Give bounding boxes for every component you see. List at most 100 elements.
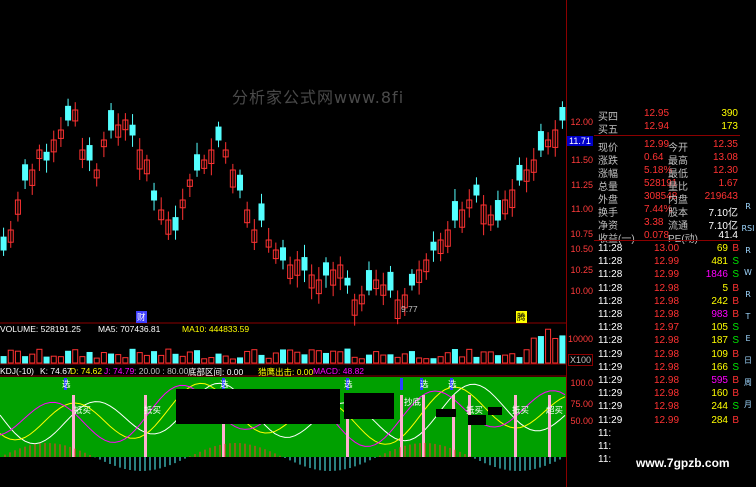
candle <box>408 269 415 291</box>
volume-bar <box>358 358 365 364</box>
candle <box>258 193 265 228</box>
volume-bar <box>502 354 509 364</box>
candle <box>50 130 57 163</box>
toolbar-button[interactable]: 周 <box>741 376 755 389</box>
current-price-tag: 11.71 <box>567 136 593 146</box>
quote-stat-row: 换手 7.44% 股本 7.10亿 <box>594 204 740 219</box>
toolbar-button[interactable]: W <box>741 266 755 279</box>
volume-bar <box>516 357 523 364</box>
tick-volume: 983 <box>711 309 728 320</box>
volume-bar <box>301 354 308 364</box>
tick-time: 11: <box>598 427 612 439</box>
volume-bar <box>373 351 380 364</box>
signal-xuan-3: 选 <box>344 379 353 389</box>
candle <box>437 232 444 262</box>
toolbar-button[interactable]: R <box>741 288 755 301</box>
volume-bar <box>158 354 165 364</box>
candle <box>36 144 43 171</box>
tick-side: B <box>732 375 739 386</box>
tick-side: S <box>732 322 739 334</box>
candle <box>129 114 136 147</box>
tick-time: 11:28 <box>598 295 623 307</box>
tick-row: 11: <box>594 441 740 454</box>
price-tick: 10.00 <box>570 286 593 296</box>
volume-bar <box>186 351 193 364</box>
candle <box>57 117 64 147</box>
volume-bar <box>337 351 344 364</box>
price-tick: 11.00 <box>571 204 593 214</box>
volume-bar <box>72 349 79 364</box>
toolbar-button[interactable]: 月 <box>741 398 755 411</box>
candle <box>265 227 272 253</box>
volume-bar <box>165 348 172 364</box>
tick-volume: 109 <box>711 348 728 360</box>
toolbar-button[interactable]: R <box>741 200 755 213</box>
toolbar-button[interactable]: RSI <box>741 222 755 235</box>
quote-stat-row: 现价 12.99 今开 12.35 <box>594 139 740 154</box>
ask-row-5[interactable]: 买五 12.94 173 <box>594 121 740 136</box>
candle <box>487 205 494 231</box>
right-event-marker[interactable]: 腾 <box>516 311 527 323</box>
tick-side: B <box>732 243 739 254</box>
stat-value: 12.30 <box>712 165 738 176</box>
candle <box>351 293 358 326</box>
tick-row: 11:29 12.98 166 S <box>594 362 740 375</box>
volume-bar <box>380 354 387 364</box>
volume-bar <box>444 352 451 364</box>
toolbar-button[interactable]: 日 <box>741 354 755 367</box>
ask-row-4[interactable]: 买四 12.95 390 <box>594 108 740 123</box>
toolbar-button[interactable]: R <box>741 244 755 257</box>
candle <box>466 189 473 218</box>
price-tick: 10.75 <box>570 229 593 239</box>
volume-bar <box>79 356 86 364</box>
volume-bar <box>423 358 430 364</box>
volume-axis-top: 10000 <box>567 334 593 344</box>
toolbar-button[interactable]: E <box>741 332 755 345</box>
candle <box>14 191 21 222</box>
tick-volume: 481 <box>711 256 728 268</box>
price-tick: 10.25 <box>570 265 593 275</box>
volume-bar <box>473 356 480 364</box>
kdj-d: D: 74.62 <box>70 366 103 376</box>
candle <box>387 265 394 298</box>
candle <box>344 270 351 294</box>
volume-bar <box>272 352 279 364</box>
volume-bar <box>122 357 129 364</box>
tick-row: 11:29 12.98 109 B <box>594 349 740 362</box>
financial-marker[interactable]: 财 <box>136 311 147 323</box>
candle <box>537 123 544 157</box>
redaction-block <box>488 407 502 415</box>
tick-price: 12.98 <box>654 348 680 360</box>
volume-bar <box>136 352 143 364</box>
toolbar-button[interactable]: T <box>741 310 755 323</box>
volume-label: VOLUME: 528191.25 <box>0 324 81 334</box>
volume-bar <box>351 356 358 364</box>
volume-bar <box>459 356 466 364</box>
signal-xuan-4: 选 <box>420 379 429 389</box>
candle <box>380 272 387 306</box>
volume-bar <box>194 350 201 364</box>
tick-price: 12.98 <box>654 295 680 307</box>
tick-time: 11:29 <box>598 414 623 426</box>
candle <box>559 101 566 129</box>
stock-chart-area[interactable]: 分析家公式网www.8fi 9.77 财 腾 VOLUME: 528191.25… <box>0 0 730 487</box>
tick-side: B <box>732 414 739 426</box>
quote-stat-row: 涨跌 0.64 最高 13.08 <box>594 152 740 167</box>
candle <box>93 163 100 187</box>
candle <box>301 244 308 283</box>
tick-row: 11:29 12.98 160 B <box>594 388 740 401</box>
volume-bar <box>229 358 236 364</box>
candle <box>416 260 423 295</box>
signal-huan-1: 超买 <box>546 405 564 415</box>
volume-bar <box>401 353 408 364</box>
tick-volume: 187 <box>711 335 728 347</box>
candle <box>430 231 437 262</box>
stat-value: 3.38 <box>644 217 664 228</box>
volume-bar <box>86 351 93 364</box>
tick-volume: 1846 <box>705 269 728 281</box>
stat-value: 1.67 <box>718 178 738 189</box>
tick-price: 12.99 <box>654 256 680 268</box>
volume-bar <box>208 357 215 364</box>
candle <box>251 219 258 251</box>
candle <box>279 239 287 270</box>
